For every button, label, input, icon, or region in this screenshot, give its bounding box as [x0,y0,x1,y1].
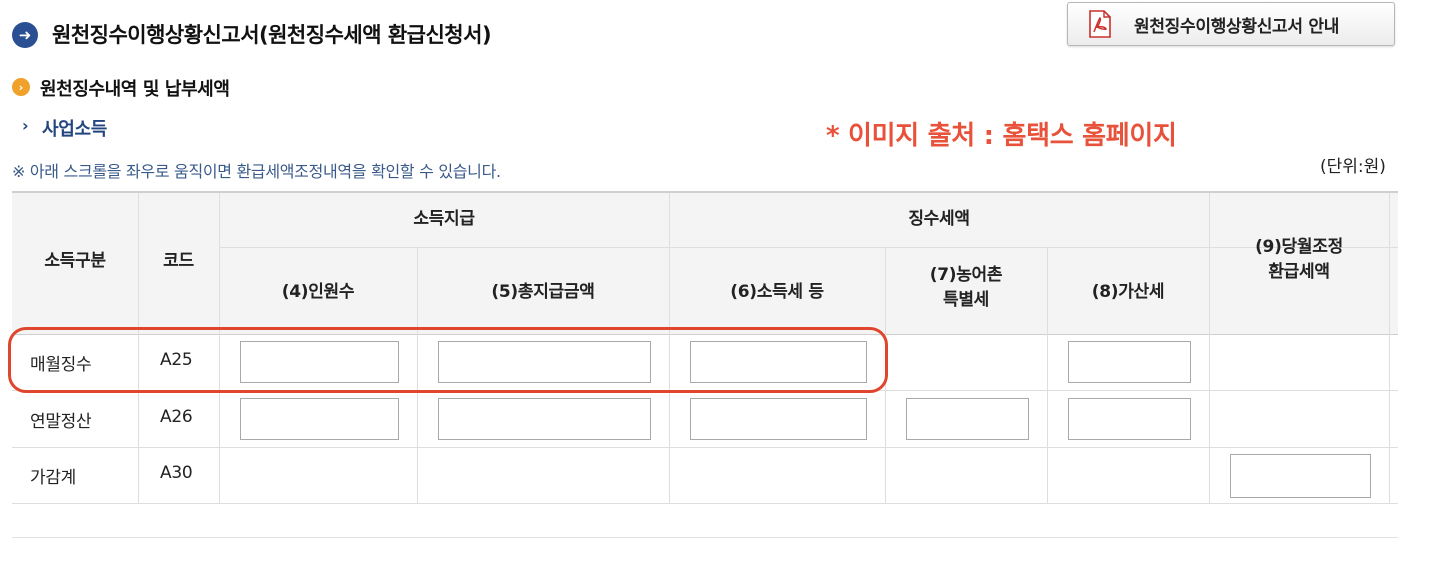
header-rural-tax-line2: 특별세 [942,290,990,310]
header-code: 코드 [163,251,194,271]
pdf-file-icon [1088,10,1112,38]
header-refund-line2: 환급세액 [1268,262,1330,282]
a26-income-tax-input[interactable] [690,398,867,440]
page-title: 원천징수이행상황신고서(원천징수세액 환급신청서) [52,23,492,47]
unit-label: (단위:원) [1320,157,1386,177]
row-a25-code: A25 [160,350,193,370]
a25-surcharge-input[interactable] [1068,341,1191,383]
row-a26-type: 연말정산 [30,412,92,432]
image-source-note: * 이미지 출처 : 홈택스 홈페이지 [826,121,1177,151]
header-rural-tax: (7)농어촌 특별세 [885,263,1047,313]
divider [12,537,1398,538]
a26-total-payment-input[interactable] [438,398,651,440]
header-headcount: (4)인원수 [281,282,355,302]
row-a26-code: A26 [160,407,193,427]
guide-pdf-button[interactable]: 원천징수이행상황신고서 안내 [1067,2,1395,46]
a26-rural-tax-input[interactable] [906,398,1029,440]
a25-income-tax-input[interactable] [690,341,867,383]
header-income-type: 소득구분 [44,251,106,271]
section-title: 원천징수내역 및 납부세액 [40,79,230,100]
scroll-instruction: ※ 아래 스크롤을 좌우로 움직이면 환급세액조정내역을 확인할 수 있습니다. [12,162,501,181]
a25-headcount-input[interactable] [240,341,399,383]
guide-button-label: 원천징수이행상황신고서 안내 [1134,16,1340,37]
row-a30-code: A30 [160,463,193,483]
a30-refund-input[interactable] [1230,454,1371,498]
header-rural-tax-line1: (7)농어촌 [929,265,1003,285]
arrow-right-circle-icon: ➜ [12,22,38,48]
a26-surcharge-input[interactable] [1068,398,1191,440]
a26-headcount-input[interactable] [240,398,399,440]
header-surcharge: (8)가산세 [1091,282,1165,302]
header-income-tax: (6)소득세 등 [730,282,824,302]
header-group-tax: 징수세액 [908,209,970,229]
chevron-right-icon: › [22,116,29,135]
header-total-payment: (5)총지급금액 [491,282,595,302]
orange-bullet-icon: › [12,78,30,96]
row-a30-type: 가감계 [30,468,77,488]
header-refund-line1: (9)당월조정 [1255,237,1343,257]
subsection-title: 사업소득 [42,119,108,140]
header-group-payment: 소득지급 [413,209,475,229]
header-refund: (9)당월조정 환급세액 [1209,235,1389,285]
a25-total-payment-input[interactable] [438,341,651,383]
row-a25-type: 매월징수 [30,355,92,375]
